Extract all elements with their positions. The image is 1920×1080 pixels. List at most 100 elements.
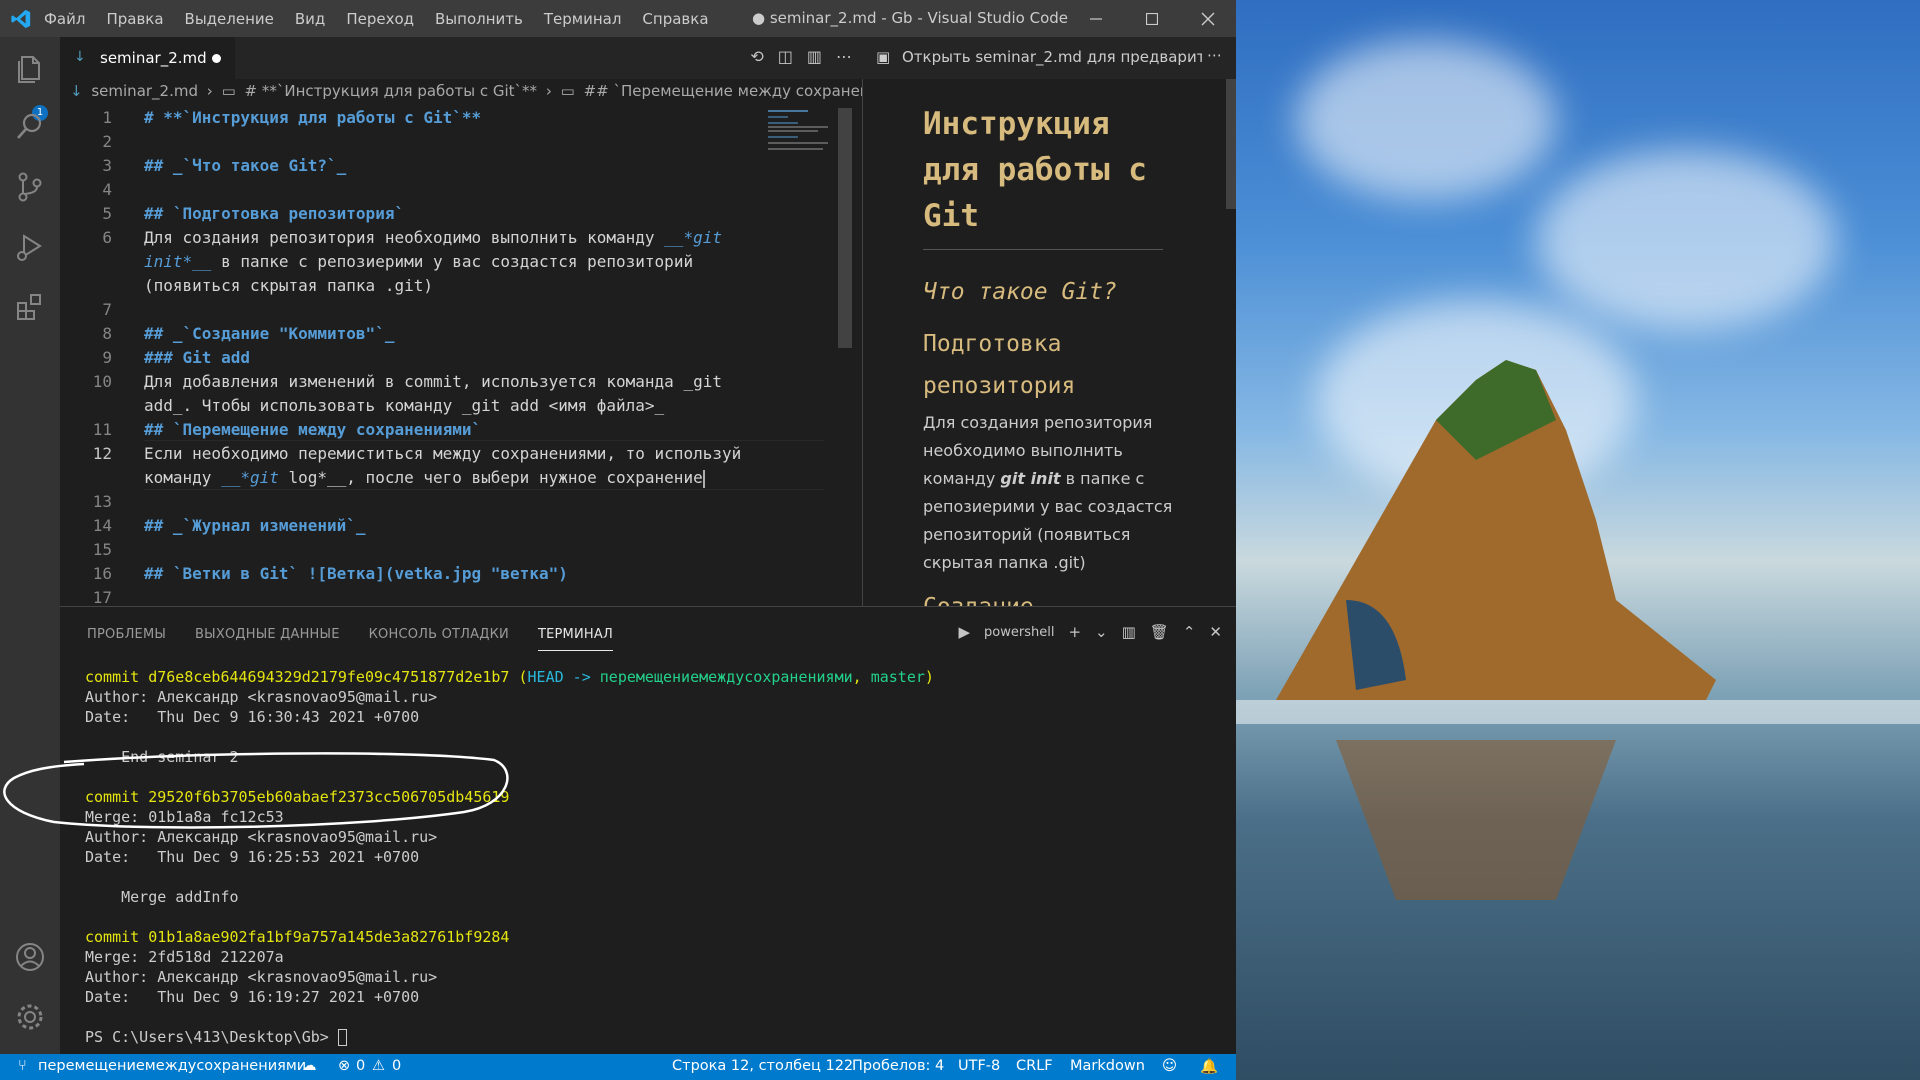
commit-message: Merge addInfo xyxy=(85,888,239,906)
code-line: команду __*git log*__, после чего выбери… xyxy=(144,468,705,488)
branch-name[interactable]: перемещениемеждусохранениями xyxy=(38,1058,306,1074)
panel-actions: ▶ powershell + ⌄ ▥ 🗑 ⌃ ✕ xyxy=(958,623,1222,641)
accounts-icon[interactable] xyxy=(12,939,48,975)
terminal-shell-icon: ▶ xyxy=(958,623,971,641)
line-number: 14 xyxy=(92,516,112,535)
terminal-output[interactable]: commit d76e8ceb644694329d2179fe09c475187… xyxy=(85,667,934,1047)
menu-view[interactable]: Вид xyxy=(295,10,325,28)
shell-selector[interactable]: powershell xyxy=(984,625,1054,640)
close-panel-icon[interactable]: ✕ xyxy=(1209,623,1222,641)
close-window-button[interactable] xyxy=(1180,0,1236,37)
line-number: 13 xyxy=(92,492,112,511)
line-number: 9 xyxy=(102,348,112,367)
more-actions-icon[interactable]: ⋯ xyxy=(1207,46,1222,64)
preview-tab[interactable]: ▣ Открыть seminar_2.md для предварите...… xyxy=(862,37,1236,79)
menu-go[interactable]: Переход xyxy=(346,10,414,28)
line-ending[interactable]: CRLF xyxy=(1016,1058,1053,1074)
code-line: Для создания репозитория необходимо выпо… xyxy=(144,228,722,247)
preview-scrollbar[interactable] xyxy=(1226,79,1236,209)
source-control-icon[interactable] xyxy=(12,169,48,205)
cursor-position[interactable]: Строка 12, столбец 122 xyxy=(672,1058,853,1074)
menu-bar: Файл Правка Выделение Вид Переход Выполн… xyxy=(44,0,730,37)
tab-problems[interactable]: ПРОБЛЕМЫ xyxy=(87,627,166,651)
editor-actions: ⟲ ◫ ▥ ⋯ xyxy=(750,47,852,66)
code-line: Для добавления изменений в commit, испол… xyxy=(144,372,722,391)
activity-bar: 1 xyxy=(0,37,60,1054)
author-line: Author: Александр <krasnovao95@mail.ru> xyxy=(85,828,438,846)
chevron-down-icon[interactable]: ⌄ xyxy=(1095,623,1108,641)
editor-tabs: ↓ seminar_2.md ⟲ ◫ ▥ ⋯ xyxy=(60,37,862,79)
tab-label: seminar_2.md xyxy=(100,49,207,67)
tab-seminar-md[interactable]: ↓ seminar_2.md xyxy=(60,37,235,79)
vscode-window: Файл Правка Выделение Вид Переход Выполн… xyxy=(0,0,1236,1080)
merge-line: Merge: 2fd518d 212207a xyxy=(85,948,284,966)
line-number: 5 xyxy=(102,204,112,223)
bottom-panel: ПРОБЛЕМЫ ВЫХОДНЫЕ ДАННЫЕ КОНСОЛЬ ОТЛАДКИ… xyxy=(60,606,1236,1054)
notifications-bell-icon[interactable]: 🔔 xyxy=(1200,1058,1218,1075)
open-preview-icon[interactable]: ◫ xyxy=(778,47,793,66)
new-terminal-icon[interactable]: + xyxy=(1068,623,1081,641)
tab-terminal[interactable]: ТЕРМИНАЛ xyxy=(537,627,613,651)
line-number: 1 xyxy=(102,108,112,127)
feedback-icon[interactable]: ☺ xyxy=(1162,1058,1177,1074)
breadcrumb-heading-2[interactable]: ## `Перемещение между сохранениями` xyxy=(584,82,862,100)
code-line: ## _`Что такое Git?`_ xyxy=(144,156,347,175)
vscode-logo-icon xyxy=(11,9,31,29)
settings-gear-icon[interactable] xyxy=(12,999,48,1035)
search-icon[interactable] xyxy=(12,109,48,145)
line-number: 3 xyxy=(102,156,112,175)
author-line: Author: Александр <krasnovao95@mail.ru> xyxy=(85,688,438,706)
preview-paragraph: Для создания репозитория необходимо выпо… xyxy=(923,409,1173,577)
maximize-button[interactable] xyxy=(1124,0,1180,37)
encoding[interactable]: UTF-8 xyxy=(958,1058,1000,1074)
line-number: 4 xyxy=(102,180,112,199)
errors-icon[interactable]: ⊗ xyxy=(338,1058,350,1074)
menu-run[interactable]: Выполнить xyxy=(435,10,523,28)
line-number: 2 xyxy=(102,132,112,151)
trash-icon[interactable]: 🗑 xyxy=(1150,623,1169,641)
run-debug-icon[interactable] xyxy=(12,229,48,265)
code-line: (появиться скрытая папка .git) xyxy=(144,276,433,295)
text-caret xyxy=(702,469,705,488)
explorer-icon[interactable] xyxy=(12,51,48,87)
tab-debug-console[interactable]: КОНСОЛЬ ОТЛАДКИ xyxy=(369,627,509,651)
date-line: Date: Thu Dec 9 16:25:53 2021 +0700 xyxy=(85,848,420,866)
rock-arch-image xyxy=(1236,360,1920,900)
code-editor[interactable]: 1 # **`Инструкция для работы с Git`** 2 3 ##… xyxy=(60,108,862,606)
commit-hash: commit d76e8ceb644694329d2179fe09c475187… xyxy=(85,668,510,686)
sync-icon[interactable]: ☁ xyxy=(302,1058,317,1074)
chevron-up-icon[interactable]: ⌃ xyxy=(1183,623,1196,641)
hand-drawn-highlight-oval xyxy=(3,752,509,829)
extensions-icon[interactable] xyxy=(12,289,48,325)
menu-help[interactable]: Справка xyxy=(642,10,708,28)
preview-icon: ▣ xyxy=(876,48,891,66)
minimize-button[interactable] xyxy=(1068,0,1124,37)
warnings-count: 0 xyxy=(392,1058,402,1074)
menu-selection[interactable]: Выделение xyxy=(185,10,274,28)
minimap[interactable] xyxy=(768,108,838,158)
indentation[interactable]: Пробелов: 4 xyxy=(852,1058,944,1074)
warnings-icon[interactable]: ⚠ xyxy=(372,1058,385,1074)
menu-edit[interactable]: Правка xyxy=(106,10,163,28)
unsaved-dot-icon[interactable] xyxy=(212,54,221,63)
code-line: ## _`Создание "Коммитов"`_ xyxy=(144,324,395,343)
split-terminal-icon[interactable]: ▥ xyxy=(1122,623,1136,641)
compare-icon[interactable]: ⟲ xyxy=(750,47,763,66)
more-actions-icon[interactable]: ⋯ xyxy=(836,47,852,66)
language-mode[interactable]: Markdown xyxy=(1070,1058,1145,1074)
terminal-prompt: PS C:\Users\413\Desktop\Gb> xyxy=(85,1028,338,1046)
menu-file[interactable]: Файл xyxy=(44,10,85,28)
breadcrumb-heading-1[interactable]: # **`Инструкция для работы с Git`** xyxy=(245,82,538,100)
preview-tab-label: Открыть seminar_2.md для предварите... xyxy=(902,48,1202,66)
symbol-icon: ▭ xyxy=(221,82,236,100)
panel-tabs: ПРОБЛЕМЫ ВЫХОДНЫЕ ДАННЫЕ КОНСОЛЬ ОТЛАДКИ… xyxy=(87,627,642,651)
editor-scrollbar[interactable] xyxy=(838,108,852,348)
split-editor-icon[interactable]: ▥ xyxy=(807,47,822,66)
line-number: 6 xyxy=(102,228,112,247)
head-ref: HEAD -> xyxy=(527,668,600,686)
line-number: 15 xyxy=(92,540,112,559)
menu-terminal[interactable]: Терминал xyxy=(544,10,622,28)
breadcrumb-file[interactable]: seminar_2.md xyxy=(91,82,198,100)
tab-output[interactable]: ВЫХОДНЫЕ ДАННЫЕ xyxy=(195,627,340,651)
line-number: 7 xyxy=(102,300,112,319)
